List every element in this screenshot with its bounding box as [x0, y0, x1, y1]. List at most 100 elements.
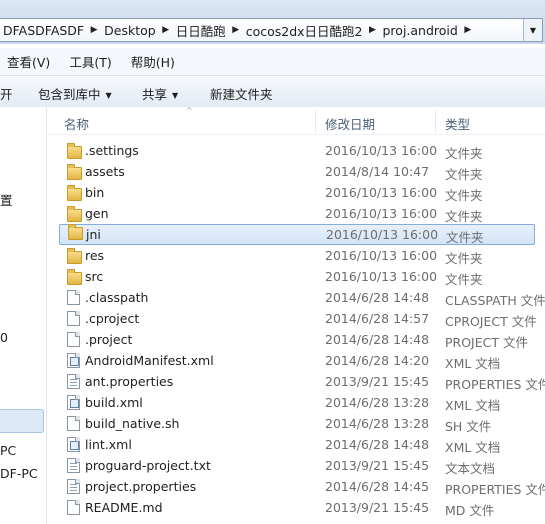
file-name: src [85, 269, 104, 284]
file-modified-date: 2014/6/28 14:57 [325, 311, 430, 326]
file-row[interactable]: README.md 2013/9/21 15:45 MD 文件 [57, 497, 545, 518]
new-folder-button[interactable]: 新建文件夹 [210, 84, 273, 103]
file-type: SH 文件 [445, 419, 492, 434]
file-name: build.xml [85, 395, 143, 410]
breadcrumb-root[interactable]: DFASDFASDF [0, 23, 87, 38]
nav-selected-item[interactable] [0, 409, 44, 433]
file-name: .cproject [85, 311, 140, 326]
file-type: PROPERTIES 文件 [445, 482, 545, 497]
nav-item-label[interactable]: PC [0, 443, 16, 458]
file-icon [67, 311, 80, 326]
address-bar[interactable]: DFASDFASDF ▶ Desktop ▶ 日日酷跑 ▶ cocos2dx日日… [0, 18, 543, 42]
column-header-type[interactable]: 类型 [445, 114, 470, 133]
column-header-bar: ^ 名称 修改日期 类型 [47, 106, 545, 135]
folder-icon [67, 164, 82, 180]
file-type: XML 文档 [445, 356, 501, 371]
file-modified-date: 2014/6/28 14:48 [325, 332, 430, 347]
file-row[interactable]: res 2016/10/13 16:00 文件夹 [57, 245, 545, 266]
text-file-icon [67, 479, 80, 494]
file-modified-date: 2014/6/28 13:28 [325, 416, 430, 431]
file-name: AndroidManifest.xml [85, 353, 214, 368]
file-row[interactable]: bin 2016/10/13 16:00 文件夹 [57, 182, 545, 203]
nav-item-label[interactable]: 0 [0, 330, 8, 345]
xml-file-icon [67, 395, 80, 410]
file-row[interactable]: lint.xml 2014/6/28 14:48 XML 文档 [57, 434, 545, 455]
file-name: .project [85, 332, 133, 347]
file-name: gen [85, 206, 109, 221]
column-header-date[interactable]: 修改日期 [325, 114, 375, 133]
chevron-down-icon: ▼ [105, 91, 112, 100]
file-row[interactable]: build_native.sh 2014/6/28 13:28 SH 文件 [57, 413, 545, 434]
file-modified-date: 2014/6/28 14:20 [325, 353, 430, 368]
breadcrumb-separator-icon[interactable]: ▶ [159, 25, 173, 35]
menu-help[interactable]: 帮助(H) [131, 52, 175, 71]
file-modified-date: 2016/10/13 16:00 [325, 269, 438, 284]
file-modified-date: 2016/10/13 16:00 [325, 143, 438, 158]
file-modified-date: 2016/10/13 16:00 [325, 185, 438, 200]
menu-tools[interactable]: 工具(T) [69, 52, 111, 71]
file-row[interactable]: assets 2014/8/14 10:47 文件夹 [57, 161, 545, 182]
file-name: proguard-project.txt [85, 458, 211, 473]
breadcrumb-separator-icon[interactable]: ▶ [229, 25, 243, 35]
file-row[interactable]: gen 2016/10/13 16:00 文件夹 [57, 203, 545, 224]
file-modified-date: 2014/6/28 14:48 [325, 290, 430, 305]
file-modified-date: 2013/9/21 15:45 [325, 374, 430, 389]
breadcrumb-current[interactable]: proj.android [380, 23, 461, 38]
file-name: bin [85, 185, 105, 200]
file-row[interactable]: .project 2014/6/28 14:48 PROJECT 文件 [57, 329, 545, 350]
address-history-chevron-down-icon[interactable]: ▼ [523, 19, 542, 41]
breadcrumb-folder[interactable]: cocos2dx日日酷跑2 [243, 21, 366, 40]
file-type: CLASSPATH 文件 [445, 293, 545, 308]
nav-item-label[interactable]: DF-PC [0, 466, 38, 481]
file-name: README.md [85, 500, 163, 515]
file-list: .settings 2016/10/13 16:00 文件夹 assets 2014/8… [47, 140, 545, 524]
file-modified-date: 2014/6/28 13:28 [325, 395, 430, 410]
include-in-library-button[interactable]: 包含到库中 ▼ [38, 84, 112, 103]
file-row[interactable]: ant.properties 2013/9/21 15:45 PROPERTIES … [57, 371, 545, 392]
folder-icon [67, 143, 82, 159]
column-header-name[interactable]: 名称 [64, 114, 89, 133]
open-button[interactable]: 开 [0, 84, 13, 103]
file-row[interactable]: AndroidManifest.xml 2014/6/28 14:20 XML 文档 [57, 350, 545, 371]
file-modified-date: 2016/10/13 16:00 [325, 248, 438, 263]
file-modified-date: 2016/10/13 16:00 [325, 206, 438, 221]
file-name: jni [86, 227, 101, 242]
file-name: project.properties [85, 479, 197, 494]
breadcrumb-desktop[interactable]: Desktop [101, 23, 159, 38]
file-type: 文件夹 [445, 272, 483, 287]
share-label: 共享 [142, 87, 168, 102]
file-name: .settings [85, 143, 139, 158]
breadcrumb-separator-icon[interactable]: ▶ [87, 25, 101, 35]
file-type: CPROJECT 文件 [445, 314, 537, 329]
file-row[interactable]: src 2016/10/13 16:00 文件夹 [57, 266, 545, 287]
file-row[interactable]: project.properties 2014/6/28 14:45 PROPERT… [57, 476, 545, 497]
nav-item-label[interactable]: 置 [0, 190, 13, 209]
breadcrumb-separator-icon[interactable]: ▶ [461, 25, 475, 35]
menu-view[interactable]: 查看(V) [7, 52, 50, 71]
column-divider[interactable] [435, 110, 436, 132]
file-type: 文件夹 [445, 188, 483, 203]
chevron-down-icon: ▼ [172, 91, 179, 100]
file-type: XML 文档 [445, 440, 501, 455]
file-icon [67, 500, 80, 515]
file-modified-date: 2014/6/28 14:48 [325, 437, 430, 452]
file-row[interactable]: .classpath 2014/6/28 14:48 CLASSPATH 文件 [57, 287, 545, 308]
breadcrumb-separator-icon[interactable]: ▶ [366, 25, 380, 35]
breadcrumb-folder[interactable]: 日日酷跑 [173, 21, 229, 40]
file-row[interactable]: .cproject 2014/6/28 14:57 CPROJECT 文件 [57, 308, 545, 329]
folder-icon [68, 224, 83, 240]
folder-icon [67, 248, 82, 264]
file-row[interactable]: jni 2016/10/13 16:00 文件夹 [59, 224, 535, 245]
file-type: PROJECT 文件 [445, 335, 528, 350]
share-button[interactable]: 共享 ▼ [142, 84, 178, 103]
file-row[interactable]: build.xml 2014/6/28 13:28 XML 文档 [57, 392, 545, 413]
file-icon [67, 332, 80, 347]
file-row[interactable]: .settings 2016/10/13 16:00 文件夹 [57, 140, 545, 161]
navigation-pane[interactable]: 置 0 PC DF-PC [0, 107, 47, 524]
file-modified-date: 2014/8/14 10:47 [325, 164, 430, 179]
file-name: .classpath [85, 290, 149, 305]
file-modified-date: 2016/10/13 16:00 [326, 227, 439, 242]
column-divider[interactable] [315, 110, 316, 132]
file-row[interactable]: proguard-project.txt 2013/9/21 15:45 文本文档 [57, 455, 545, 476]
file-type: 文件夹 [445, 146, 483, 161]
